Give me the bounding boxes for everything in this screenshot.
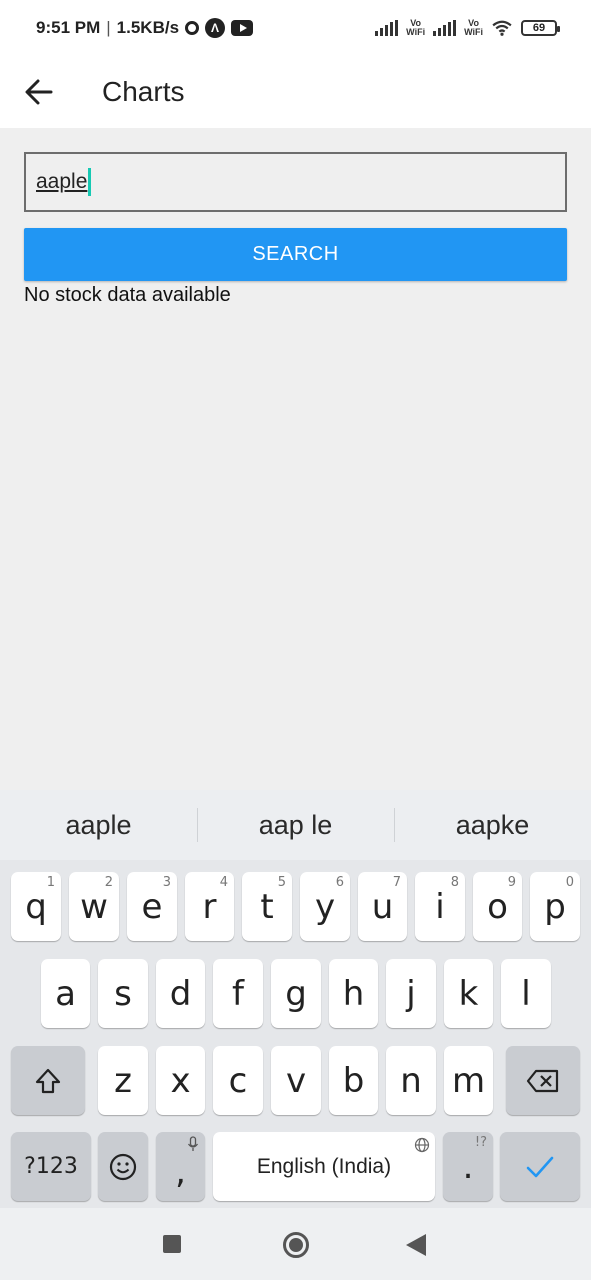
key-c[interactable]: c — [213, 1046, 263, 1115]
page-title: Charts — [102, 76, 185, 107]
key-label: , — [175, 1151, 186, 1192]
emoji-key[interactable] — [98, 1132, 148, 1201]
key-label: y — [314, 886, 336, 927]
key-label: p — [544, 886, 566, 927]
key-m[interactable]: m — [444, 1046, 493, 1115]
key-hint: 2 — [104, 875, 113, 890]
key-u[interactable]: u7 — [358, 872, 407, 941]
vowifi-icon: Vo WiFi — [464, 18, 483, 37]
suggestion-item[interactable]: aaple — [0, 810, 197, 841]
status-time: 9:51 PM — [36, 18, 101, 37]
key-i[interactable]: i8 — [415, 872, 465, 941]
key-label: u — [371, 886, 394, 927]
home-icon[interactable] — [283, 1232, 309, 1258]
key-hint: 6 — [335, 875, 344, 890]
key-w[interactable]: w2 — [69, 872, 119, 941]
sync-icon — [185, 21, 200, 35]
key-a[interactable]: a — [41, 959, 90, 1028]
status-separator: | — [106, 18, 111, 37]
emoji-icon — [109, 1153, 137, 1180]
suggestion-item[interactable]: aap le — [197, 807, 394, 842]
period-key[interactable]: . !? — [443, 1132, 493, 1201]
backspace-icon — [526, 1069, 559, 1092]
key-hint: !? — [474, 1135, 487, 1150]
status-left: 9:51 PM | 1.5KB/s Λ — [36, 18, 254, 38]
suggestion-bar: aaple aap le aapke — [0, 790, 591, 860]
key-label: e — [141, 886, 163, 927]
vowifi-icon: Vo WiFi — [406, 18, 426, 37]
check-icon — [526, 1156, 554, 1177]
key-d[interactable]: d — [156, 959, 205, 1028]
backspace-key[interactable] — [506, 1046, 580, 1115]
suggestion-item[interactable]: aapke — [394, 807, 591, 842]
key-l[interactable]: l — [501, 959, 551, 1028]
key-hint: 4 — [219, 875, 228, 890]
key-g[interactable]: g — [271, 959, 321, 1028]
arrow-left-icon — [25, 79, 53, 105]
key-p[interactable]: p0 — [530, 872, 580, 941]
symbols-key[interactable]: ?123 — [11, 1132, 91, 1201]
key-n[interactable]: n — [386, 1046, 436, 1115]
back-button[interactable] — [0, 56, 78, 128]
globe-icon — [414, 1137, 430, 1153]
key-label: t — [260, 886, 274, 927]
shift-key[interactable] — [11, 1046, 85, 1115]
youtube-icon — [231, 20, 254, 36]
key-e[interactable]: e3 — [127, 872, 177, 941]
signal-icon — [433, 20, 457, 36]
search-button[interactable]: SEARCH — [24, 228, 567, 281]
search-input[interactable]: aaple — [24, 152, 567, 212]
battery-icon: 69 — [521, 20, 560, 36]
key-v[interactable]: v — [271, 1046, 321, 1115]
network-speed: 1.5KB/s — [116, 18, 180, 37]
enter-key[interactable] — [500, 1132, 580, 1201]
key-label: w — [80, 886, 108, 927]
comma-key[interactable]: , — [156, 1132, 205, 1201]
key-r[interactable]: r4 — [185, 872, 234, 941]
status-right: Vo WiFi Vo WiFi 69 — [375, 18, 560, 37]
key-x[interactable]: x — [156, 1046, 205, 1115]
key-k[interactable]: k — [444, 959, 493, 1028]
back-triangle-icon[interactable] — [406, 1234, 426, 1256]
key-hint: 8 — [450, 875, 459, 890]
microphone-icon — [187, 1136, 199, 1151]
key-j[interactable]: j — [386, 959, 436, 1028]
key-o[interactable]: o9 — [473, 872, 522, 941]
app-bar: Charts — [0, 56, 591, 128]
search-input-value: aaple — [36, 170, 88, 193]
text-caret — [88, 168, 92, 196]
key-hint: 9 — [507, 875, 516, 890]
key-z[interactable]: z — [98, 1046, 148, 1115]
key-label: . — [462, 1146, 474, 1187]
recents-icon[interactable] — [163, 1235, 181, 1253]
key-hint: 5 — [277, 875, 286, 890]
status-bar: 9:51 PM | 1.5KB/s Λ Vo WiFi Vo WiFi 69 — [0, 0, 591, 56]
key-label: o — [487, 886, 508, 927]
signal-icon — [375, 20, 399, 36]
space-key[interactable]: English (India) — [213, 1132, 435, 1201]
key-hint: 1 — [46, 875, 55, 890]
key-f[interactable]: f — [213, 959, 263, 1028]
key-s[interactable]: s — [98, 959, 148, 1028]
key-h[interactable]: h — [329, 959, 378, 1028]
key-t[interactable]: t5 — [242, 872, 292, 941]
arc-icon: Λ — [205, 18, 226, 38]
key-label: r — [202, 886, 217, 927]
key-q[interactable]: q1 — [11, 872, 61, 941]
key-hint: 3 — [162, 875, 171, 890]
key-y[interactable]: y6 — [300, 872, 350, 941]
soft-keyboard: q1 w2 e3 r4 t5 y6 u7 i8 o9 p0 a s d f g … — [0, 860, 591, 1208]
key-hint: 7 — [392, 875, 401, 890]
key-label: i — [435, 886, 445, 927]
wifi-icon — [492, 20, 512, 36]
empty-state-message: No stock data available — [24, 284, 231, 306]
key-hint: 0 — [565, 875, 574, 890]
shift-icon — [35, 1068, 61, 1093]
key-label: q — [25, 886, 47, 927]
key-b[interactable]: b — [329, 1046, 378, 1115]
space-label: English (India) — [256, 1154, 392, 1178]
